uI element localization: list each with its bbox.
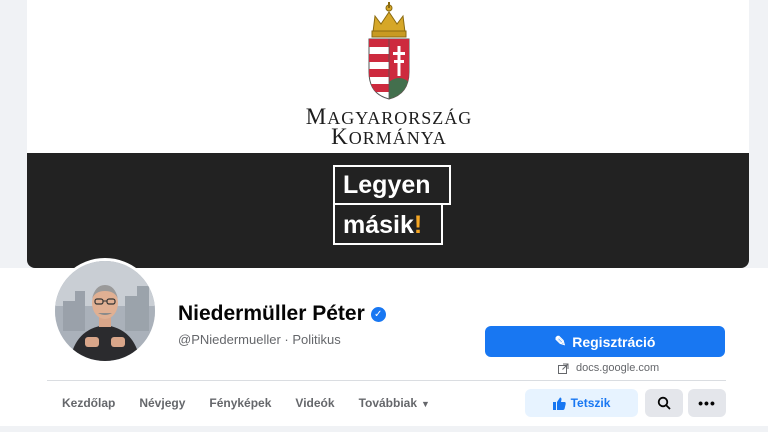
register-button[interactable]: ✎ Regisztráció	[485, 326, 725, 357]
tab-home[interactable]: Kezdőlap	[50, 388, 127, 418]
page-name-text: Niedermüller Péter	[178, 302, 365, 325]
like-button-label: Tetszik	[570, 396, 611, 410]
tab-more-label: Továbbiak	[358, 396, 418, 410]
slogan-line1: Legyen	[333, 165, 451, 205]
page-name: Niedermüller Péter ✓	[178, 302, 386, 326]
more-dots-icon: •••	[698, 395, 716, 411]
external-link-domain: docs.google.com	[576, 362, 660, 374]
external-link[interactable]: docs.google.com	[558, 362, 659, 374]
page-tabs: Kezdőlap Névjegy Fényképek Videók Tovább…	[50, 388, 442, 418]
page-handle-category: @PNiedermueller · Politikus	[178, 332, 341, 347]
government-title-line2: KORMÁNYA	[331, 124, 447, 149]
tab-about[interactable]: Névjegy	[127, 388, 197, 418]
tab-more[interactable]: Továbbiak ▼	[347, 388, 442, 418]
like-button[interactable]: Tetszik	[525, 389, 638, 417]
divider	[47, 380, 726, 381]
register-button-label: Regisztráció	[572, 333, 656, 350]
cover-photo[interactable]: MAGYARORSZÁG KORMÁNYA Legyen másik!	[27, 0, 749, 268]
profile-avatar[interactable]	[52, 258, 158, 364]
government-title-line1: MAGYARORSZÁG	[305, 104, 473, 129]
search-icon	[657, 396, 671, 410]
search-button[interactable]	[645, 389, 683, 417]
slogan-line2: másik!	[333, 205, 443, 245]
tab-photos[interactable]: Fényképek	[197, 388, 283, 418]
pencil-icon: ✎	[554, 333, 567, 349]
chevron-down-icon: ▼	[421, 399, 430, 409]
thumbs-up-icon	[552, 397, 566, 410]
external-link-icon	[558, 363, 569, 374]
profile-photo-image	[55, 261, 155, 361]
hungarian-coat-of-arms-icon	[368, 2, 410, 100]
more-options-button[interactable]: •••	[688, 389, 726, 417]
verified-badge-icon: ✓	[370, 306, 386, 322]
bottom-strip	[0, 426, 768, 432]
tab-videos[interactable]: Videók	[283, 388, 346, 418]
